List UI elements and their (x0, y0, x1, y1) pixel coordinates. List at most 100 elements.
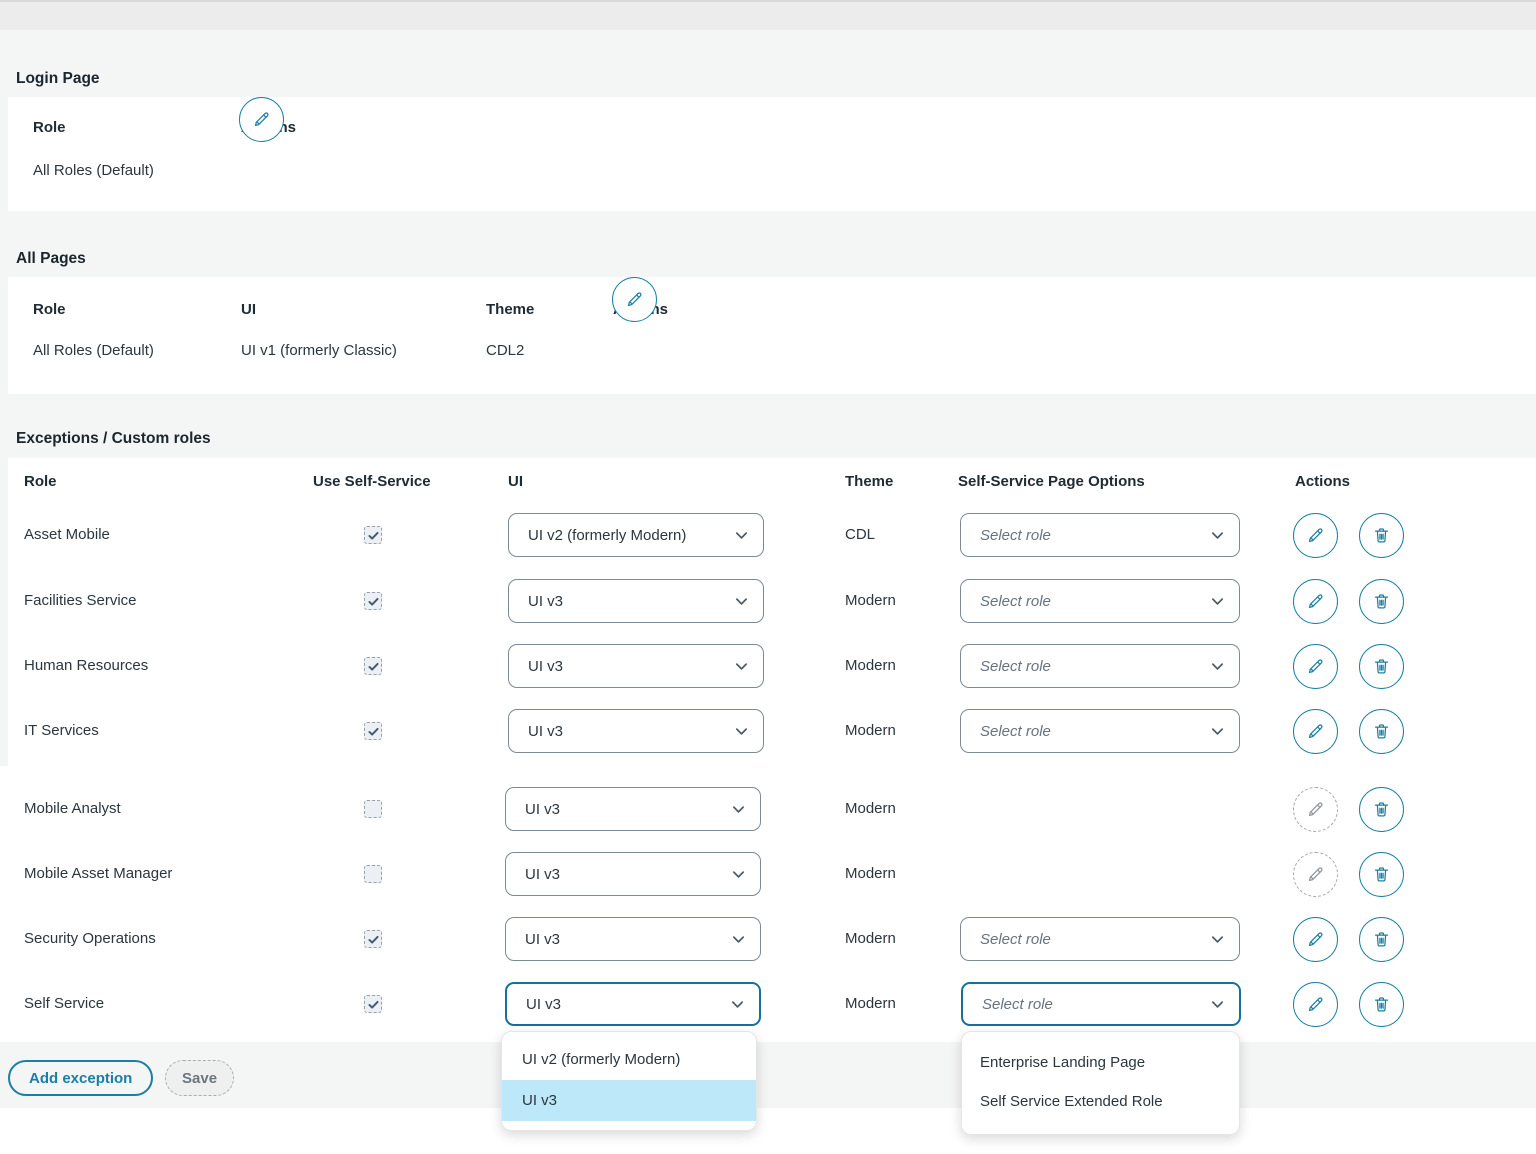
chevron-down-icon (731, 932, 746, 947)
role-label: Facilities Service (24, 579, 137, 623)
trash-icon (1372, 526, 1391, 545)
pencil-icon (1306, 930, 1325, 949)
delete-button[interactable] (1359, 709, 1404, 754)
ui-select-value: UI v3 (528, 593, 734, 610)
delete-button[interactable] (1359, 787, 1404, 832)
edit-button[interactable] (612, 277, 657, 322)
table-row: IT ServicesUI v3ModernSelect role (8, 709, 1536, 754)
use-self-service-checkbox[interactable] (364, 995, 382, 1013)
chevron-down-icon (1210, 594, 1225, 609)
menu-item[interactable]: Self Service Extended Role (962, 1082, 1239, 1121)
save-button[interactable]: Save (165, 1060, 234, 1096)
pencil-icon (252, 110, 271, 129)
column-header-role: Role (24, 472, 57, 492)
ui-select[interactable]: UI v3 (505, 787, 761, 831)
pencil-icon (1306, 722, 1325, 741)
use-self-service-checkbox[interactable] (364, 657, 382, 675)
delete-button[interactable] (1359, 917, 1404, 962)
column-header-ui: UI (241, 300, 256, 320)
edit-button[interactable] (1293, 579, 1338, 624)
column-header-theme: Theme (845, 472, 893, 492)
table-row: Security Operations UI v3 Modern Select rol… (8, 917, 1536, 962)
role-label: All Roles (Default) (33, 341, 154, 361)
ui-select[interactable]: UI v3 (508, 709, 764, 753)
self-service-page-options-select[interactable]: Select role (960, 709, 1240, 753)
role-label: Human Resources (24, 644, 148, 688)
self-service-page-options-select[interactable]: Select role (960, 917, 1240, 961)
use-self-service-checkbox[interactable] (364, 865, 382, 883)
chevron-down-icon (730, 997, 745, 1012)
select-placeholder: Select role (980, 723, 1210, 740)
ui-select[interactable]: UI v3 (505, 917, 761, 961)
use-self-service-checkbox[interactable] (364, 722, 382, 740)
bottom-strip (0, 1108, 1536, 1154)
chevron-down-icon (1210, 528, 1225, 543)
theme-label: Modern (845, 709, 896, 753)
check-icon (367, 660, 380, 673)
edit-button[interactable] (1293, 644, 1338, 689)
column-header-actions: Actions (1295, 472, 1350, 492)
self-service-page-options-select[interactable]: Select role (960, 513, 1240, 557)
chevron-down-icon (731, 867, 746, 882)
self-service-page-options-select[interactable]: Select role (960, 579, 1240, 623)
select-placeholder: Select role (980, 527, 1210, 544)
self-service-page-options-select[interactable]: Select role (960, 644, 1240, 688)
pencil-icon (1306, 526, 1325, 545)
column-header-theme: Theme (486, 300, 534, 320)
ui-select[interactable]: UI v3 (508, 579, 764, 623)
menu-item[interactable]: Enterprise Landing Page (962, 1043, 1239, 1082)
ui-select-value: UI v3 (525, 931, 731, 948)
edit-button[interactable] (239, 97, 284, 142)
pencil-icon (625, 290, 644, 309)
check-icon (367, 725, 380, 738)
delete-button[interactable] (1359, 852, 1404, 897)
use-self-service-checkbox[interactable] (364, 592, 382, 610)
ui-select[interactable]: UI v3 (505, 852, 761, 896)
theme-label: Modern (845, 579, 896, 623)
ui-select-value: UI v3 (525, 801, 731, 818)
edit-button[interactable] (1293, 852, 1338, 897)
column-header-role: Role (33, 300, 66, 320)
table-row: Self ServiceUI v3ModernSelect role (8, 982, 1536, 1027)
add-exception-button[interactable]: Add exception (8, 1060, 153, 1096)
use-self-service-checkbox[interactable] (364, 930, 382, 948)
exceptions-section-title: Exceptions / Custom roles (16, 430, 211, 448)
self-service-page-options-open-menu: Enterprise Landing PageSelf Service Exte… (961, 1031, 1240, 1135)
login-page-card: Role Actions All Roles (Default) (8, 97, 1536, 211)
ui-select-value: UI v3 (528, 723, 734, 740)
role-label: Mobile Analyst (24, 787, 121, 831)
edit-button[interactable] (1293, 513, 1338, 558)
theme-label: Modern (845, 917, 896, 961)
select-placeholder: Select role (980, 931, 1210, 948)
menu-item[interactable]: UI v2 (formerly Modern) (502, 1039, 756, 1080)
ui-select-value: UI v3 (526, 996, 730, 1013)
select-placeholder: Select role (982, 996, 1210, 1013)
ui-select[interactable]: UI v3 (508, 644, 764, 688)
table-row: Facilities Service UI v3 Modern Select role (8, 579, 1536, 624)
delete-button[interactable] (1359, 982, 1404, 1027)
column-header-use-self-service: Use Self-Service (313, 472, 431, 492)
role-label: Security Operations (24, 917, 156, 961)
chevron-down-icon (1210, 724, 1225, 739)
edit-button[interactable] (1293, 982, 1338, 1027)
chevron-down-icon (1210, 659, 1225, 674)
table-row: Mobile Asset ManagerUI v3Modern (8, 852, 1536, 897)
table-row: Asset MobileUI v2 (formerly Modern)CDLSe… (8, 513, 1536, 558)
exceptions-card: Role Use Self-Service UI Theme Self-Serv… (8, 458, 1536, 1042)
use-self-service-checkbox[interactable] (364, 526, 382, 544)
delete-button[interactable] (1359, 644, 1404, 689)
delete-button[interactable] (1359, 579, 1404, 624)
self-service-page-options-select[interactable]: Select role (961, 982, 1241, 1026)
ui-select-open-menu: UI v2 (formerly Modern)UI v3 (501, 1031, 757, 1131)
pencil-icon (1306, 865, 1325, 884)
edit-button[interactable] (1293, 917, 1338, 962)
theme-label: CDL (845, 513, 875, 557)
ui-select[interactable]: UI v3 (505, 982, 761, 1026)
edit-button[interactable] (1293, 709, 1338, 754)
edit-button[interactable] (1293, 787, 1338, 832)
menu-item[interactable]: UI v3 (502, 1080, 756, 1121)
use-self-service-checkbox[interactable] (364, 800, 382, 818)
delete-button[interactable] (1359, 513, 1404, 558)
chevron-down-icon (734, 528, 749, 543)
ui-select[interactable]: UI v2 (formerly Modern) (508, 513, 764, 557)
